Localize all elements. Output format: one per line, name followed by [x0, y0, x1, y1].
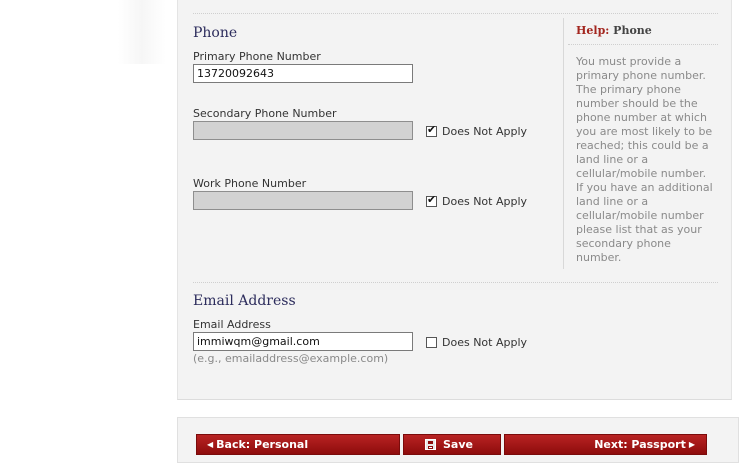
help-prefix: Help: [576, 24, 610, 37]
divider [193, 13, 718, 14]
save-icon [425, 439, 436, 450]
primary-phone-label: Primary Phone Number [193, 50, 321, 63]
back-button[interactable]: ◀ Back: Personal [196, 434, 400, 455]
email-input[interactable]: immiwqm@gmail.com [193, 332, 413, 351]
primary-phone-input[interactable]: 13720092643 [193, 64, 413, 83]
arrow-left-icon: ◀ [207, 440, 214, 449]
page: Phone Primary Phone Number 13720092643 S… [0, 0, 752, 470]
check-icon: ✔ [427, 122, 437, 136]
next-button-label: Next: Passport [594, 438, 686, 451]
help-topic: Phone [613, 24, 652, 37]
work-phone-input[interactable] [193, 191, 413, 210]
help-divider [563, 18, 564, 269]
next-button[interactable]: Next: Passport ▶ [504, 434, 707, 455]
email-does-not-apply-checkbox[interactable] [426, 336, 437, 348]
secondary-phone-input[interactable] [193, 121, 413, 140]
email-label: Email Address [193, 318, 271, 331]
work-phone-label: Work Phone Number [193, 177, 307, 190]
secondary-does-not-apply[interactable]: ✔ Does Not Apply [426, 123, 527, 139]
section-divider [193, 282, 718, 283]
secondary-does-not-apply-label: Does Not Apply [442, 124, 528, 138]
decorative-fade [118, 0, 166, 64]
arrow-right-icon: ▶ [688, 440, 695, 449]
save-button[interactable]: Save [403, 434, 501, 455]
email-does-not-apply-label: Does Not Apply [442, 335, 528, 349]
work-does-not-apply-checkbox[interactable]: ✔ [426, 192, 437, 207]
work-does-not-apply-label: Does Not Apply [442, 194, 528, 208]
work-does-not-apply[interactable]: ✔ Does Not Apply [426, 193, 527, 209]
help-title: Help: Phone [576, 24, 652, 37]
secondary-does-not-apply-checkbox[interactable]: ✔ [426, 122, 437, 137]
phone-section-title: Phone [193, 25, 238, 41]
check-icon: ✔ [427, 192, 437, 206]
help-text: You must provide a primary phone number.… [576, 55, 713, 264]
save-button-label: Save [443, 438, 473, 451]
secondary-phone-label: Secondary Phone Number [193, 107, 337, 120]
back-button-label: Back: Personal [216, 438, 309, 451]
help-title-divider [568, 44, 718, 45]
email-does-not-apply[interactable]: Does Not Apply [426, 334, 527, 350]
email-section-title: Email Address [193, 293, 296, 309]
email-hint: (e.g., emailaddress@example.com) [193, 352, 389, 365]
